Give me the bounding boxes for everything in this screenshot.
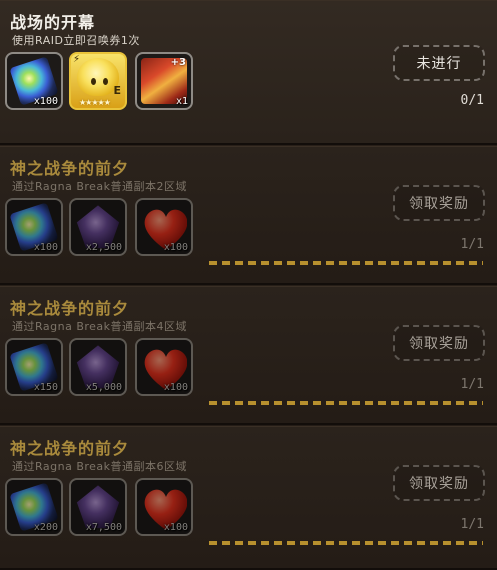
pet-grade-mark: E bbox=[113, 84, 121, 97]
progress-count: 1/1 bbox=[460, 517, 484, 532]
raid-ticket-icon[interactable]: +3 x1 bbox=[135, 52, 193, 110]
mission-card: 神之战争的前夕 通过Ragna Break普通副本2区域 x100 x2,500… bbox=[0, 146, 497, 285]
rainbow-crystal-icon[interactable]: x150 bbox=[5, 338, 63, 396]
reward-quantity: x100 bbox=[163, 242, 188, 253]
rainbow-crystal-icon[interactable]: x200 bbox=[5, 478, 63, 536]
reward-quantity: x5,000 bbox=[85, 382, 122, 393]
heart-icon[interactable]: x100 bbox=[135, 478, 193, 536]
mission-card: 神之战争的前夕 通过Ragna Break普通副本6区域 x200 x7,500… bbox=[0, 426, 497, 570]
mission-title: 神之战争的前夕 bbox=[10, 439, 130, 458]
progress-bar bbox=[209, 261, 483, 265]
mission-list: 战场的开幕 使用RAID立即召唤券1次 x100 ⚡ E ★★★★★ +3 x1… bbox=[0, 0, 497, 570]
claim-reward-button[interactable]: 领取奖励 bbox=[393, 185, 485, 221]
progress-bar-fill bbox=[209, 261, 483, 265]
progress-count: 1/1 bbox=[460, 237, 484, 252]
mission-card: 神之战争的前夕 通过Ragna Break普通副本4区域 x150 x5,000… bbox=[0, 286, 497, 425]
reward-quantity: x7,500 bbox=[85, 522, 122, 533]
reward-quantity: x200 bbox=[33, 522, 58, 533]
rainbow-crystal-icon[interactable]: x100 bbox=[5, 52, 63, 110]
reward-quantity: x2,500 bbox=[85, 242, 122, 253]
heart-icon[interactable]: x100 bbox=[135, 338, 193, 396]
mission-title: 神之战争的前夕 bbox=[10, 159, 130, 178]
reward-quantity: x100 bbox=[33, 96, 58, 107]
ticket-plus-label: +3 bbox=[170, 57, 186, 68]
mission-description: 通过Ragna Break普通副本4区域 bbox=[12, 320, 188, 333]
progress-bar-fill bbox=[209, 541, 483, 545]
mission-description: 使用RAID立即召唤券1次 bbox=[12, 34, 140, 47]
purple-crystal-icon[interactable]: x2,500 bbox=[69, 198, 127, 256]
progress-count: 0/1 bbox=[460, 93, 484, 108]
reward-quantity: x150 bbox=[33, 382, 58, 393]
reward-quantity: x100 bbox=[163, 382, 188, 393]
progress-count: 1/1 bbox=[460, 377, 484, 392]
mission-title: 神之战争的前夕 bbox=[10, 299, 130, 318]
heart-icon[interactable]: x100 bbox=[135, 198, 193, 256]
progress-bar bbox=[209, 401, 483, 405]
star-rating: ★★★★★ bbox=[79, 98, 111, 107]
reward-quantity: x100 bbox=[163, 522, 188, 533]
mission-card: 战场的开幕 使用RAID立即召唤券1次 x100 ⚡ E ★★★★★ +3 x1… bbox=[0, 0, 497, 145]
claim-reward-button[interactable]: 领取奖励 bbox=[393, 325, 485, 361]
yellow-pet-icon[interactable]: ⚡ E ★★★★★ bbox=[69, 52, 127, 110]
purple-crystal-icon[interactable]: x7,500 bbox=[69, 478, 127, 536]
mission-title: 战场的开幕 bbox=[10, 13, 96, 32]
mission-description: 通过Ragna Break普通副本2区域 bbox=[12, 180, 188, 193]
progress-bar bbox=[209, 541, 483, 545]
progress-bar-fill bbox=[209, 401, 483, 405]
purple-crystal-icon[interactable]: x5,000 bbox=[69, 338, 127, 396]
reward-quantity: x100 bbox=[33, 242, 58, 253]
mission-description: 通过Ragna Break普通副本6区域 bbox=[12, 460, 188, 473]
claim-reward-button[interactable]: 领取奖励 bbox=[393, 465, 485, 501]
mission-status-button[interactable]: 未进行 bbox=[393, 45, 485, 81]
rainbow-crystal-icon[interactable]: x100 bbox=[5, 198, 63, 256]
reward-quantity: x1 bbox=[175, 96, 188, 107]
